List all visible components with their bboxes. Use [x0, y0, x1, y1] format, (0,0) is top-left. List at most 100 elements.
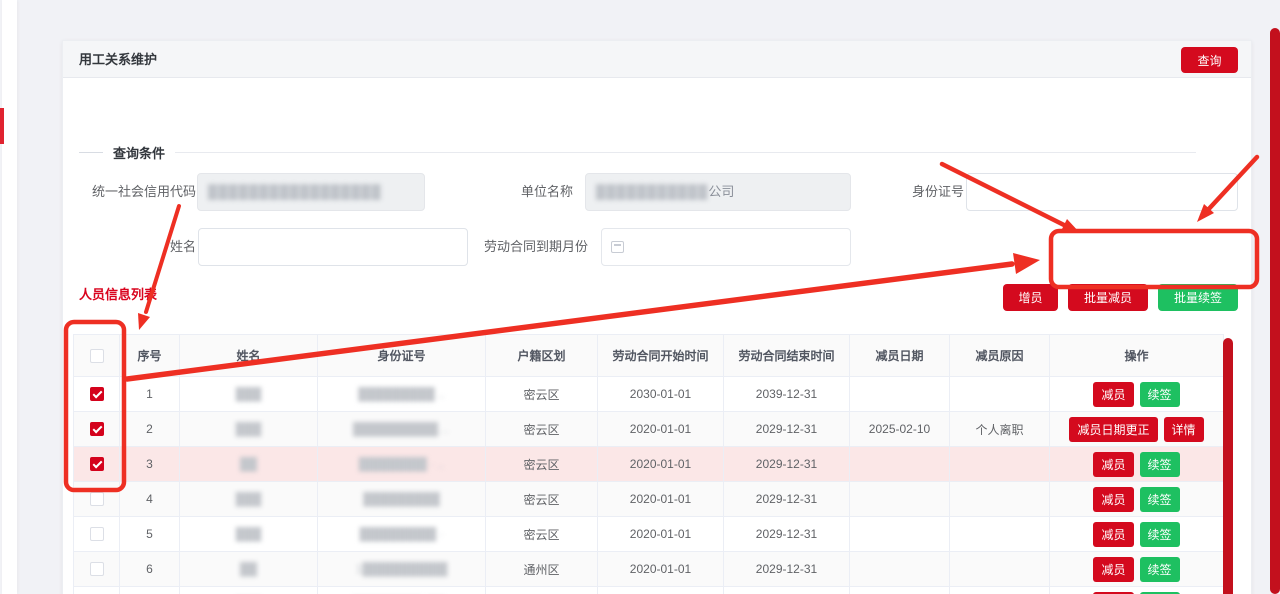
cell-name: ███ — [180, 482, 318, 517]
company-name-suffix: 公司 — [708, 184, 734, 199]
cell-reduce-reason: 个人离职 — [950, 412, 1050, 447]
cell-contract-start: 2020-01-01 — [598, 587, 724, 594]
row-checkbox[interactable] — [90, 492, 104, 506]
table-header-row: 序号姓名身份证号户籍区划劳动合同开始时间劳动合同结束时间减员日期减员原因操作 — [74, 335, 1224, 377]
cell-name: ██ — [180, 552, 318, 587]
cell-contract-start: 2020-01-01 — [598, 412, 724, 447]
cell-seq: 7 — [120, 587, 180, 594]
reduce-button[interactable]: 减员 — [1093, 487, 1133, 512]
table-row: 4████████████密云区2020-01-012029-12-31减员续签 — [74, 482, 1224, 517]
add-personnel-button[interactable]: 增员 — [1003, 284, 1058, 311]
employment-panel: 用工关系维护 查询 查询条件 统一社会信用代码 ████████████████… — [62, 40, 1252, 594]
cell-id-number: █████████ — [318, 482, 486, 517]
cell-name: ███ — [180, 412, 318, 447]
cell-district: 密云区 — [486, 482, 598, 517]
company-name-input[interactable]: ███████████公司 — [585, 173, 851, 211]
table-row: 1████████████ ..密云区2030-01-012039-12-31减… — [74, 377, 1224, 412]
cell-reduce-reason — [950, 517, 1050, 552]
query-conditions-title: 查询条件 — [113, 143, 165, 162]
cell-name: ███ — [180, 587, 318, 594]
contract-expiry-month-label: 劳动合同到期月份 — [484, 228, 588, 266]
cell-contract-start: 2020-01-01 — [598, 482, 724, 517]
cell-actions: 减员续签 — [1050, 552, 1224, 587]
row-checkbox[interactable] — [90, 387, 104, 401]
credit-code-input[interactable]: █████████████████ — [197, 173, 425, 211]
column-header: 劳动合同结束时间 — [724, 335, 850, 377]
personnel-table: 序号姓名身份证号户籍区划劳动合同开始时间劳动合同结束时间减员日期减员原因操作 1… — [73, 334, 1223, 594]
cell-reduce-reason — [950, 587, 1050, 594]
cell-id-number: █████████ · — [318, 517, 486, 552]
page-scrollbar-thumb[interactable] — [1270, 28, 1280, 594]
left-edge-marker — [0, 108, 4, 144]
page-title: 用工关系维护 — [79, 41, 157, 78]
column-header: 户籍区划 — [486, 335, 598, 377]
column-header: 身份证号 — [318, 335, 486, 377]
row-checkbox[interactable] — [90, 457, 104, 471]
table-row: 2█████████████…密云区2020-01-012029-12-3120… — [74, 412, 1224, 447]
panel-body: 查询条件 统一社会信用代码 █████████████████ 单位名称 ███… — [63, 78, 1251, 594]
batch-renew-button[interactable]: 批量续签 — [1158, 284, 1238, 311]
cell-contract-start: 2020-01-01 — [598, 447, 724, 482]
personnel-list-title: 人员信息列表 — [79, 284, 157, 303]
query-button[interactable]: 查询 — [1181, 47, 1238, 73]
name-input[interactable] — [198, 228, 468, 266]
column-header: 操作 — [1050, 335, 1224, 377]
select-all-checkbox[interactable] — [90, 349, 104, 363]
cell-actions: 减员续签 — [1050, 587, 1224, 594]
id-number-label: 身份证号 — [889, 173, 964, 211]
batch-reduce-button[interactable]: 批量减员 — [1068, 284, 1148, 311]
cell-actions: 减员续签 — [1050, 517, 1224, 552]
renew-button[interactable]: 续签 — [1140, 522, 1180, 547]
cell-id-number: ████████ · .. — [318, 447, 486, 482]
name-label: 姓名 — [126, 228, 196, 266]
reduce-button[interactable]: 减员 — [1093, 452, 1133, 477]
table-scrollbar-thumb[interactable] — [1223, 338, 1233, 594]
contract-expiry-month-input[interactable] — [601, 228, 851, 266]
reduce-button[interactable]: 减员 — [1093, 382, 1133, 407]
cell-name: ███ — [180, 377, 318, 412]
column-header: 劳动合同开始时间 — [598, 335, 724, 377]
cell-id-number: █████████ .. — [318, 377, 486, 412]
row-checkbox[interactable] — [90, 527, 104, 541]
cell-reduce-date — [850, 377, 950, 412]
credit-code-label: 统一社会信用代码 — [76, 173, 196, 211]
column-header: 减员原因 — [950, 335, 1050, 377]
renew-button[interactable]: 续签 — [1140, 557, 1180, 582]
legend-line — [175, 152, 1196, 153]
cell-name: ███ — [180, 517, 318, 552]
id-number-input[interactable] — [966, 173, 1238, 211]
cell-actions: 减员续签 — [1050, 482, 1224, 517]
row-checkbox[interactable] — [90, 422, 104, 436]
column-header: 姓名 — [180, 335, 318, 377]
cell-actions: 减员续签 — [1050, 447, 1224, 482]
row-checkbox[interactable] — [90, 562, 104, 576]
select-all-header[interactable] — [74, 335, 120, 377]
cell-district: 通州区 — [486, 552, 598, 587]
sidebar-collapsed-strip — [2, 0, 17, 594]
cell-reduce-reason — [950, 377, 1050, 412]
legend-dash — [79, 152, 103, 153]
detail-button[interactable]: 详情 — [1164, 417, 1204, 442]
cell-id-number: ██████████… — [318, 412, 486, 447]
cell-district: 密云区 — [486, 447, 598, 482]
cell-seq: 2 — [120, 412, 180, 447]
credit-code-value: █████████████████ — [208, 184, 382, 199]
cell-contract-end: 2029-12-31 — [724, 482, 850, 517]
cell-seq: 6 — [120, 552, 180, 587]
query-conditions-legend: 查询条件 — [79, 143, 1196, 161]
cell-contract-end: 2029-12-31 — [724, 587, 850, 594]
reduce-button[interactable]: 减员 — [1093, 557, 1133, 582]
page: 用工关系维护 查询 查询条件 统一社会信用代码 ████████████████… — [0, 0, 1280, 594]
panel-header: 用工关系维护 查询 — [63, 41, 1251, 78]
reduce-button[interactable]: 减员 — [1093, 522, 1133, 547]
cell-contract-end: 2029-12-31 — [724, 552, 850, 587]
cell-district: 密云区 — [486, 517, 598, 552]
renew-button[interactable]: 续签 — [1140, 452, 1180, 477]
cell-reduce-date — [850, 482, 950, 517]
cell-seq: 1 — [120, 377, 180, 412]
renew-button[interactable]: 续签 — [1140, 487, 1180, 512]
cell-actions: 减员续签 — [1050, 377, 1224, 412]
reduce-date-fix-button[interactable]: 减员日期更正 — [1069, 417, 1157, 442]
cell-seq: 5 — [120, 517, 180, 552]
renew-button[interactable]: 续签 — [1140, 382, 1180, 407]
